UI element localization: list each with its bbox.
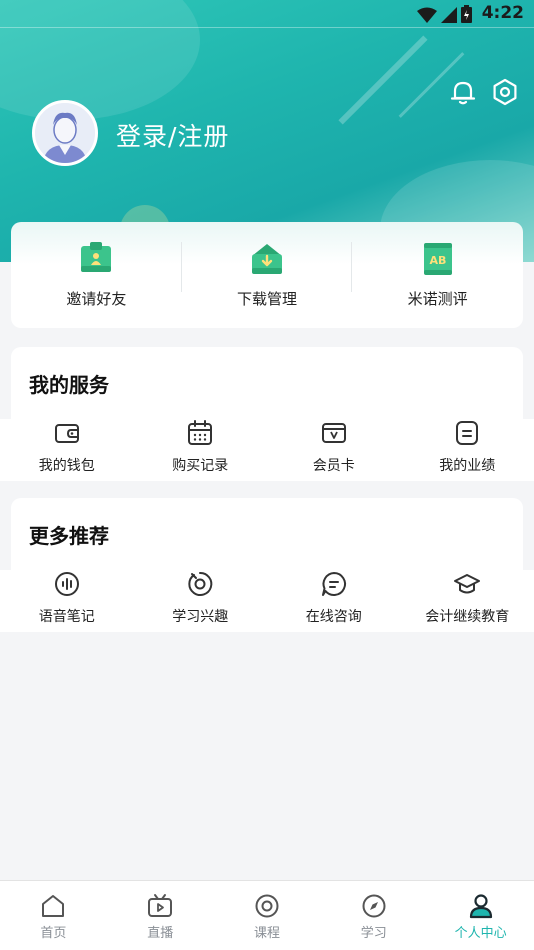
grid-item-label: 学习兴趣 [172, 609, 229, 625]
quick-item-label: 米诺测评 [407, 290, 468, 308]
grid-item-label: 语音笔记 [38, 609, 95, 625]
default-avatar-icon [35, 103, 95, 163]
tab-label: 课程 [253, 926, 280, 941]
service-performance[interactable]: 我的业绩 [401, 419, 534, 481]
recommend-online-consult[interactable]: 在线咨询 [267, 570, 401, 632]
section-title: 我的服务 [29, 373, 109, 397]
my-services-section: 我的服务 [11, 347, 523, 419]
quick-item-label: 下载管理 [237, 290, 298, 308]
recommend-accounting-education[interactable]: 会计继续教育 [401, 570, 534, 632]
quick-item-download[interactable]: 下载管理 [182, 222, 353, 328]
quick-item-invite[interactable]: 邀请好友 [11, 222, 182, 328]
my-services-grid: 我的钱包 购买记录 会员卡 我的业绩 [0, 419, 534, 481]
avatar[interactable] [32, 100, 98, 166]
calendar-icon [188, 420, 213, 445]
tab-study[interactable]: 学习 [320, 881, 427, 950]
grid-item-label: 会计继续教育 [425, 609, 510, 625]
compass-icon [362, 894, 386, 918]
grid-item-label: 会员卡 [312, 458, 355, 474]
tab-course[interactable]: 课程 [214, 881, 321, 950]
course-icon [255, 894, 279, 918]
download-icon [252, 244, 282, 274]
grid-item-label: 购买记录 [172, 458, 229, 474]
invite-friend-icon [81, 242, 112, 272]
bottom-tab-bar: 首页 直播 课程 学习 个人中心 [0, 880, 534, 950]
settings-icon[interactable] [491, 78, 519, 106]
wifi-icon [417, 7, 437, 23]
quick-actions-card: 邀请好友 下载管理 AB 米诺测评 [11, 222, 523, 328]
service-vip-card[interactable]: 会员卡 [267, 419, 401, 481]
vip-card-icon [321, 423, 346, 443]
profile-icon [469, 894, 492, 919]
interest-icon [188, 571, 213, 596]
tab-home[interactable]: 首页 [0, 881, 107, 950]
assessment-icon: AB [423, 243, 452, 275]
status-time: 4:22 [481, 3, 524, 23]
header-decoration [338, 35, 428, 125]
wallet-icon [54, 424, 79, 443]
bell-icon[interactable] [449, 78, 477, 106]
svg-text:AB: AB [429, 254, 446, 267]
grid-item-label: 我的钱包 [38, 458, 95, 474]
more-recommend-grid: 语音笔记 学习兴趣 在线咨询 会计继续教育 [0, 570, 534, 632]
section-title: 更多推荐 [29, 524, 109, 548]
quick-item-assessment[interactable]: AB 米诺测评 [352, 222, 523, 328]
status-bar: 4:22 [0, 0, 534, 28]
signal-icon [441, 7, 457, 23]
tab-profile[interactable]: 个人中心 [427, 881, 534, 950]
login-register-link[interactable]: 登录/注册 [116, 117, 229, 153]
home-icon [42, 895, 65, 917]
voice-note-icon [54, 572, 79, 596]
tab-label: 学习 [360, 926, 387, 941]
service-wallet[interactable]: 我的钱包 [0, 419, 134, 481]
recommend-voice-note[interactable]: 语音笔记 [0, 570, 134, 632]
divider [0, 27, 534, 28]
performance-icon [456, 421, 479, 445]
status-icons [417, 5, 472, 23]
live-tv-icon [148, 894, 173, 917]
tab-label: 个人中心 [454, 926, 507, 941]
graduation-cap-icon [454, 574, 481, 594]
tab-label: 首页 [40, 926, 67, 941]
battery-icon [461, 5, 472, 23]
service-purchase-records[interactable]: 购买记录 [134, 419, 268, 481]
tab-live[interactable]: 直播 [107, 881, 214, 950]
recommend-interest[interactable]: 学习兴趣 [134, 570, 268, 632]
chat-icon [321, 572, 346, 596]
grid-item-label: 我的业绩 [439, 458, 496, 474]
quick-item-label: 邀请好友 [66, 290, 127, 308]
grid-item-label: 在线咨询 [305, 609, 362, 625]
more-recommend-section: 更多推荐 [11, 498, 523, 570]
tab-label: 直播 [147, 926, 174, 941]
